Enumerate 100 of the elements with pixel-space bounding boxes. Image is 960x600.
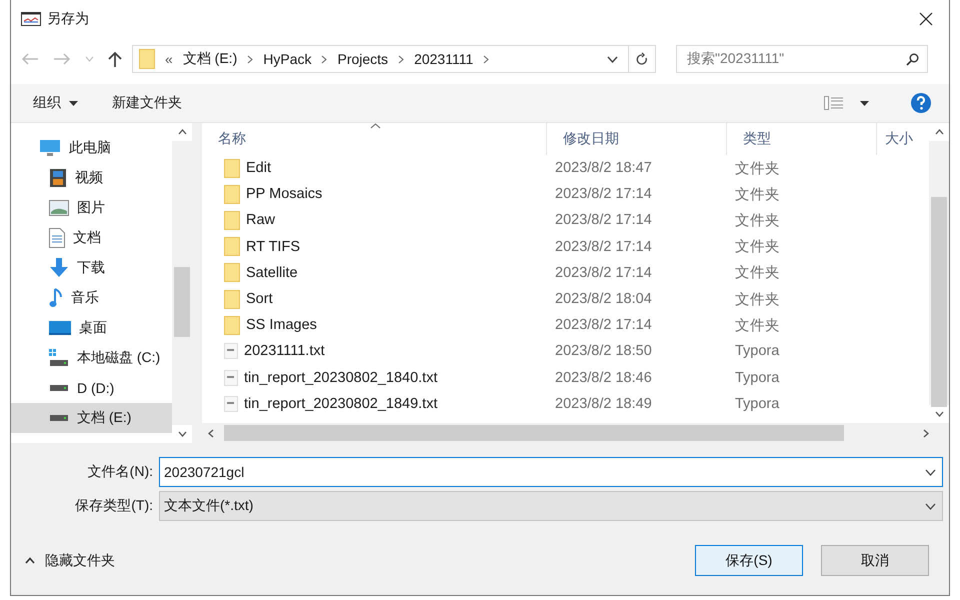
hide-folders-link[interactable]: 隐藏文件夹 [45, 552, 115, 570]
address-bar[interactable]: « 文档 (E:) HyPack Projects 20231111 [132, 45, 656, 73]
view-options-icon[interactable] [824, 96, 844, 110]
sidebar-item[interactable]: 文档 (E:) [11, 403, 172, 433]
desktop-icon [49, 320, 71, 336]
chevron-right-icon[interactable] [321, 54, 328, 64]
table-cell-text: 2023/8/2 17:14 [554, 317, 653, 334]
scrollbar-thumb[interactable] [224, 425, 844, 441]
breadcrumb[interactable]: 文档 (E:) [182, 50, 238, 68]
scroll-left-icon[interactable] [208, 428, 214, 438]
field-label: 保存类型(T): [74, 497, 154, 515]
caret-down-icon[interactable] [860, 100, 869, 106]
table-cell-text: 文件夹 [734, 264, 781, 282]
file-name[interactable]: PP Mosaics [202, 184, 547, 204]
download-arrow-icon [49, 258, 69, 278]
sidebar-item[interactable]: 本地磁盘 (C:) [11, 343, 172, 373]
dropdown-icon [925, 502, 936, 510]
scrollbar-thumb[interactable] [931, 197, 947, 407]
breadcrumb[interactable]: Projects [337, 51, 388, 67]
sidebar-item[interactable]: 此电脑 [11, 133, 172, 163]
chevron-right-icon[interactable] [483, 54, 490, 64]
film-icon [49, 168, 67, 188]
column-header[interactable]: 名称 [202, 123, 547, 155]
table-cell-text: 文件夹 [734, 290, 781, 309]
sidebar-item[interactable]: 文档 [11, 223, 172, 253]
folder-icon [224, 263, 240, 282]
music-note-icon [49, 288, 63, 308]
sidebar-item[interactable]: D (D:) [11, 373, 172, 403]
chevron-right-icon[interactable] [247, 54, 254, 64]
scroll-down-icon[interactable] [934, 411, 944, 417]
table-cell-text: 2023/8/2 17:14 [554, 212, 653, 228]
table-cell-text: 文件夹 [734, 186, 781, 204]
column-header[interactable]: 类型 [727, 123, 877, 155]
scroll-up-icon[interactable] [178, 129, 186, 135]
chevron-up-icon[interactable] [25, 557, 35, 564]
file-name[interactable]: tin_report_20230802_1840.txt [202, 370, 547, 386]
sort-up-icon [370, 123, 381, 129]
sidebar-item[interactable]: 视频 [11, 163, 172, 193]
folder-icon [224, 316, 240, 335]
drive-icon [49, 414, 69, 422]
organize-menu[interactable]: 组织 [33, 92, 61, 114]
chevron-right-icon[interactable] [398, 54, 404, 64]
scroll-right-icon[interactable] [923, 428, 929, 438]
breadcrumb[interactable]: 20231111 [414, 51, 474, 67]
folder-icon [224, 290, 240, 309]
close-icon[interactable] [919, 12, 933, 26]
help-icon[interactable] [911, 93, 931, 113]
drive-icon [49, 349, 69, 367]
folder-icon [224, 184, 240, 204]
table-cell-text: 2023/8/2 18:49 [554, 396, 653, 412]
table-cell-text: 2023/8/2 18:46 [554, 370, 653, 386]
document-icon [49, 228, 65, 248]
new-folder-button[interactable]: 新建文件夹 [112, 92, 182, 114]
save-button[interactable]: 保存(S) [695, 545, 803, 576]
text-file-icon [224, 370, 238, 386]
file-name[interactable]: Edit [202, 158, 547, 178]
file-name[interactable]: Sort [202, 290, 547, 309]
file-name[interactable]: 20231111.txt [202, 343, 547, 360]
sidebar-item[interactable]: 桌面 [11, 313, 172, 343]
file-name[interactable]: tin_report_20230802_1849.txt [202, 396, 547, 412]
table-cell-text: 2023/8/2 18:47 [554, 160, 653, 176]
field-label: 文件名(N): [86, 463, 154, 481]
search-field[interactable]: 搜索"20231111" [676, 45, 928, 73]
file-name[interactable]: SS Images [202, 316, 547, 335]
file-name[interactable]: Raw [202, 210, 547, 230]
table-cell-text: 2023/8/2 17:14 [554, 186, 653, 202]
folder-icon [224, 158, 240, 178]
sidebar-item[interactable]: 音乐 [11, 283, 172, 313]
scroll-down-icon[interactable] [178, 431, 186, 437]
up-arrow-icon[interactable] [108, 51, 122, 67]
dropdown-icon[interactable] [607, 56, 618, 62]
caret-down-icon[interactable] [69, 100, 78, 106]
scrollbar-thumb[interactable] [174, 267, 190, 337]
breadcrumb-overflow[interactable]: « [165, 51, 173, 67]
table-cell-text: Typora [734, 370, 780, 386]
scroll-up-icon[interactable] [934, 129, 944, 135]
text-file-icon [224, 396, 238, 412]
filename-field[interactable]: 20230721gcl [159, 457, 943, 487]
file-name[interactable]: RT TIFS [202, 237, 547, 256]
refresh-icon[interactable] [636, 52, 648, 66]
drive-icon [49, 384, 69, 392]
table-cell-text: Typora [734, 396, 780, 412]
table-cell-text: 文件夹 [734, 316, 781, 335]
column-header[interactable]: 修改日期 [547, 123, 727, 155]
cancel-button[interactable]: 取消 [821, 545, 929, 576]
sidebar-item[interactable]: 下载 [11, 253, 172, 283]
table-cell-text: 2023/8/2 18:50 [554, 343, 653, 360]
file-name[interactable]: Satellite [202, 263, 547, 282]
picture-icon [49, 200, 69, 216]
sidebar-item[interactable]: 图片 [11, 193, 172, 223]
dropdown-icon[interactable] [925, 468, 936, 476]
window-title: 另存为 [47, 10, 89, 28]
computer-icon [39, 139, 61, 157]
table-cell-text: 2023/8/2 17:14 [554, 238, 653, 255]
folder-icon [224, 210, 240, 230]
folder-icon [139, 49, 155, 69]
file-type-dropdown[interactable]: 文本文件(*.txt) [159, 491, 943, 521]
table-cell-text: 文件夹 [734, 160, 781, 178]
column-header[interactable]: 大小 [877, 123, 929, 155]
breadcrumb[interactable]: HyPack [263, 51, 312, 67]
